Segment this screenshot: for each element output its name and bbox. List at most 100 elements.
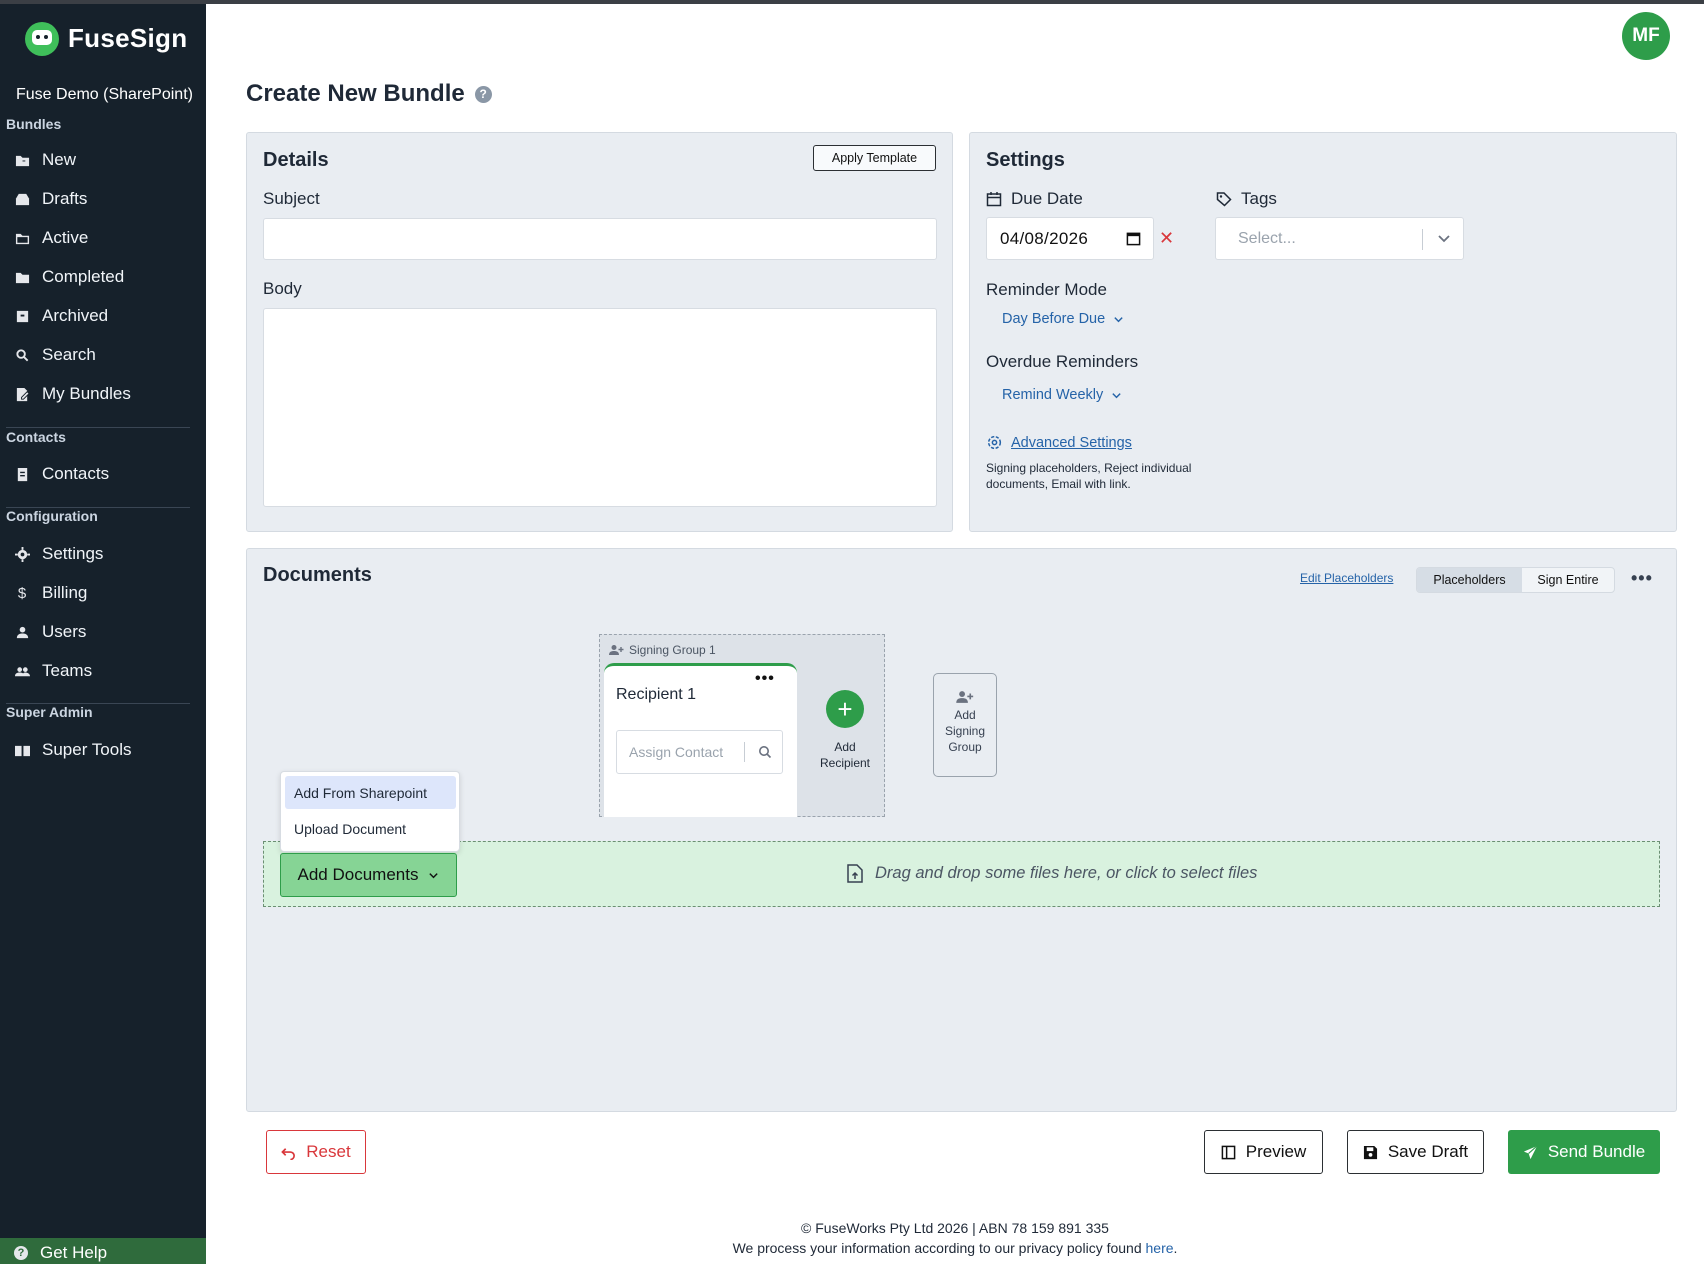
sidebar-item-label: Users — [42, 622, 87, 641]
sidebar-item-active[interactable]: Active — [14, 223, 88, 253]
footer-privacy: We process your information according to… — [206, 1238, 1704, 1258]
add-documents-button[interactable]: Add Documents — [280, 853, 457, 897]
signing-group-name: Signing Group 1 — [629, 643, 716, 657]
advanced-settings-link[interactable]: Advanced Settings — [986, 434, 1132, 451]
chevron-down-icon — [429, 872, 439, 878]
assign-contact-input[interactable]: Assign Contact — [616, 730, 783, 774]
reset-button[interactable]: Reset — [266, 1130, 366, 1174]
new-bundle-icon — [14, 152, 30, 168]
mode-placeholders[interactable]: Placeholders — [1417, 568, 1522, 592]
more-options-icon[interactable]: ••• — [1631, 568, 1653, 589]
sidebar-item-label: Contacts — [42, 464, 110, 483]
privacy-policy-link[interactable]: here — [1146, 1240, 1174, 1256]
sidebar-item-drafts[interactable]: Drafts — [14, 184, 87, 214]
sidebar-divider — [6, 427, 190, 428]
edit-placeholders-link[interactable]: Edit Placeholders — [1300, 571, 1393, 585]
assign-separator — [744, 742, 745, 762]
sidebar-item-archived[interactable]: Archived — [14, 301, 108, 331]
dropzone-message: Drag and drop some files here, or click … — [847, 864, 1257, 883]
file-dropzone[interactable]: Drag and drop some files here, or click … — [263, 841, 1660, 907]
calendar-picker-icon[interactable] — [1126, 231, 1141, 246]
sidebar-item-my-bundles[interactable]: My Bundles — [14, 379, 131, 409]
reminder-mode-value: Day Before Due — [1002, 311, 1106, 327]
save-draft-label: Save Draft — [1387, 1142, 1469, 1161]
sidebar-item-label: Search — [42, 345, 96, 364]
section-label-contacts: Contacts — [6, 429, 66, 445]
subject-label: Subject — [263, 189, 320, 208]
sidebar-item-label: Archived — [42, 306, 109, 325]
sidebar-item-label: Completed — [42, 267, 125, 286]
org-name[interactable]: Fuse Demo (SharePoint) — [16, 86, 193, 104]
menu-item-add-from-sharepoint[interactable]: Add From Sharepoint — [285, 776, 456, 809]
file-upload-icon — [847, 864, 863, 883]
signing-mode-toggle: Placeholders Sign Entire — [1416, 567, 1615, 593]
tags-select[interactable]: Select... — [1215, 217, 1464, 260]
sidebar-item-label: Drafts — [42, 189, 88, 208]
page-title-text: Create New Bundle — [246, 80, 465, 107]
chevron-down-icon[interactable] — [1437, 231, 1451, 245]
add-documents-label: Add Documents — [297, 865, 419, 884]
body-label: Body — [263, 279, 302, 298]
add-user-icon — [956, 691, 974, 703]
sidebar-item-billing[interactable]: $ Billing — [14, 578, 88, 608]
due-date-label: Due Date — [1011, 189, 1083, 208]
clear-date-icon[interactable]: ✕ — [1159, 228, 1174, 249]
sidebar-item-teams[interactable]: Teams — [14, 656, 92, 686]
help-icon[interactable]: ? — [474, 85, 492, 103]
dollar-icon: $ — [17, 584, 27, 602]
paper-plane-icon — [1523, 1145, 1538, 1159]
fusesign-logo[interactable]: FuseSign — [22, 18, 187, 58]
add-signing-group-button[interactable]: Add Signing Group — [933, 673, 997, 777]
send-bundle-button[interactable]: Send Bundle — [1508, 1130, 1660, 1174]
overdue-reminders-dropdown[interactable]: Remind Weekly — [1002, 387, 1122, 403]
sidebar-item-label: New — [42, 150, 77, 169]
subject-input[interactable] — [263, 218, 937, 260]
sidebar-item-new[interactable]: New — [14, 145, 76, 175]
archive-icon — [14, 308, 30, 324]
recipient-options-icon[interactable]: ••• — [755, 670, 775, 688]
preview-button[interactable]: Preview — [1204, 1130, 1323, 1174]
advanced-settings-description: Signing placeholders, Reject individual … — [986, 461, 1192, 491]
get-help-button[interactable]: ? Get Help — [0, 1238, 206, 1264]
body-textarea[interactable] — [263, 308, 937, 507]
tags-label-row: Tags — [1216, 189, 1277, 209]
documents-panel: Documents — [246, 548, 1677, 1112]
book-icon — [14, 742, 30, 758]
completed-folder-icon — [14, 269, 30, 285]
contacts-icon — [14, 466, 30, 482]
sidebar-item-label: Billing — [42, 583, 88, 602]
due-date-input[interactable]: 04/08/2026 — [986, 217, 1154, 260]
add-user-icon — [609, 645, 624, 655]
recipient-card: Recipient 1 ••• Assign Contact — [604, 663, 797, 817]
add-recipient-label: Add Recipient — [819, 740, 871, 770]
sidebar-item-contacts[interactable]: Contacts — [14, 459, 109, 489]
menu-item-upload-document[interactable]: Upload Document — [285, 812, 456, 845]
user-avatar[interactable]: MF — [1622, 12, 1670, 60]
chevron-down-icon — [1112, 392, 1121, 398]
search-icon[interactable] — [758, 745, 772, 759]
sidebar-item-label: Settings — [42, 544, 104, 563]
reminder-mode-dropdown[interactable]: Day Before Due — [1002, 311, 1124, 327]
sidebar-item-super-tools[interactable]: Super Tools — [14, 735, 131, 765]
sidebar-item-settings[interactable]: Settings — [14, 539, 103, 569]
save-draft-button[interactable]: Save Draft — [1347, 1130, 1484, 1174]
signing-group-label: Signing Group 1 — [609, 643, 716, 657]
recipient-title: Recipient 1 — [616, 686, 697, 703]
tags-label: Tags — [1241, 189, 1277, 208]
sidebar-item-label: Active — [42, 228, 89, 247]
preview-label: Preview — [1245, 1142, 1307, 1161]
team-icon — [14, 663, 30, 679]
mode-sign-entire[interactable]: Sign Entire — [1522, 568, 1614, 592]
reminder-mode-label: Reminder Mode — [986, 280, 1107, 299]
top-strip — [0, 0, 1704, 4]
sidebar-item-users[interactable]: Users — [14, 617, 86, 647]
footer-privacy-end: . — [1173, 1240, 1178, 1256]
apply-template-button[interactable]: Apply Template — [813, 145, 936, 171]
add-recipient-button[interactable]: + — [826, 690, 864, 728]
tags-placeholder: Select... — [1238, 230, 1296, 247]
floppy-disk-icon — [1363, 1145, 1377, 1159]
sidebar-item-search[interactable]: Search — [14, 340, 96, 370]
sidebar-item-completed[interactable]: Completed — [14, 262, 124, 292]
gear-icon — [14, 546, 30, 562]
section-label-configuration: Configuration — [6, 508, 98, 524]
